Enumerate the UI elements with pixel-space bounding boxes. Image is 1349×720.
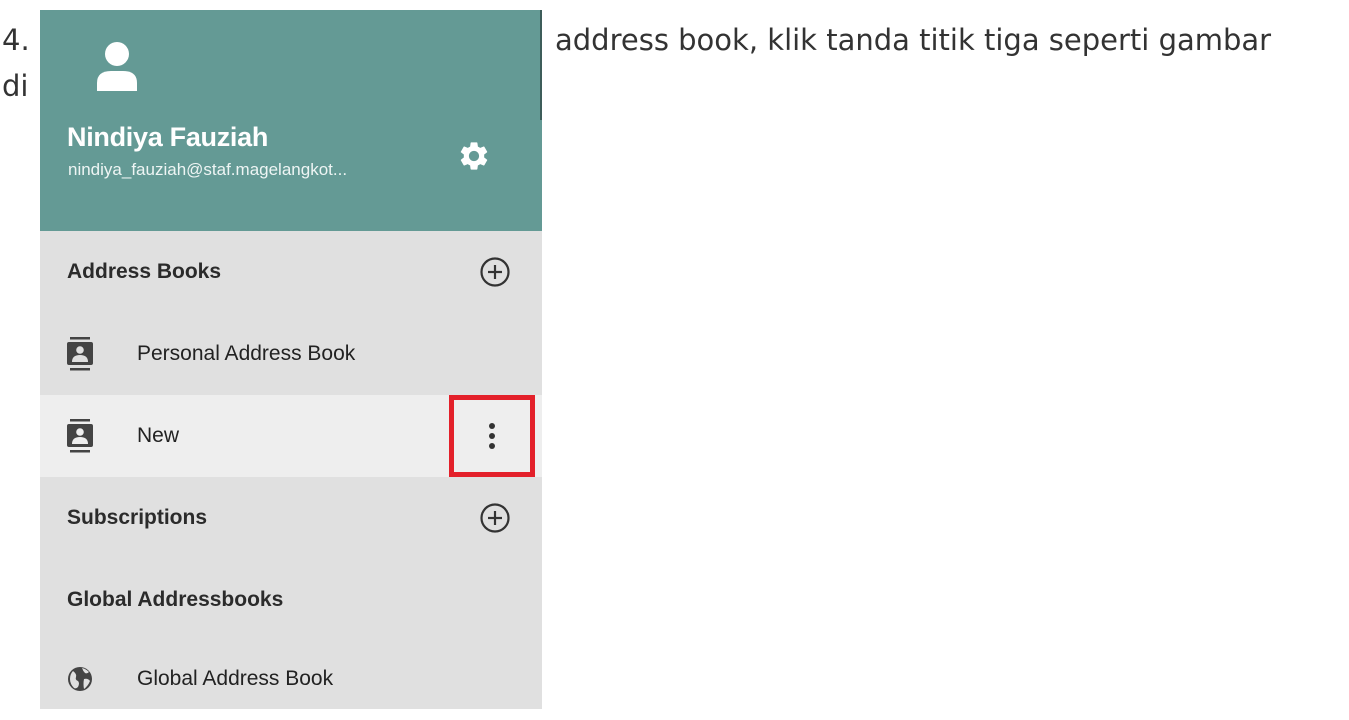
section-subscriptions: Subscriptions — [40, 477, 542, 559]
account-name: Nindiya Fauziah — [67, 122, 269, 152]
section-global-addressbooks: Global Addressbooks — [40, 559, 542, 641]
instruction-text: address book, klik tanda titik tiga sepe… — [555, 23, 1272, 57]
section-title: Global Addressbooks — [67, 588, 284, 611]
sidebar-item-label: Global Address Book — [137, 667, 334, 690]
more-vertical-icon — [489, 423, 495, 449]
user-icon — [97, 42, 137, 91]
add-subscription-button[interactable] — [478, 501, 512, 535]
instruction-continuation: di — [2, 69, 29, 103]
step-number: 4. — [2, 23, 30, 57]
address-book-icon — [67, 419, 93, 453]
more-options-button[interactable] — [449, 395, 535, 477]
add-address-book-button[interactable] — [478, 255, 512, 289]
sidebar-item-global-address-book[interactable]: Global Address Book — [40, 638, 542, 720]
sidebar-item-new[interactable]: New — [40, 395, 542, 477]
sidebar-item-label: Personal Address Book — [137, 342, 356, 365]
globe-icon — [68, 667, 92, 691]
header-divider — [540, 10, 542, 120]
account-email: nindiya_fauziah@staf.magelangkot... — [68, 160, 348, 179]
section-title: Subscriptions — [67, 506, 208, 529]
sidebar-item-label: New — [137, 424, 180, 447]
address-book-icon — [67, 337, 93, 371]
settings-button[interactable] — [452, 134, 496, 178]
sidebar-item-personal-address-book[interactable]: Personal Address Book — [40, 313, 542, 395]
gear-icon — [460, 142, 488, 170]
address-book-panel: Nindiya Fauziah nindiya_fauziah@staf.mag… — [40, 10, 542, 709]
section-title: Address Books — [67, 260, 222, 283]
section-address-books: Address Books — [40, 231, 542, 313]
account-header: Nindiya Fauziah nindiya_fauziah@staf.mag… — [40, 10, 542, 231]
